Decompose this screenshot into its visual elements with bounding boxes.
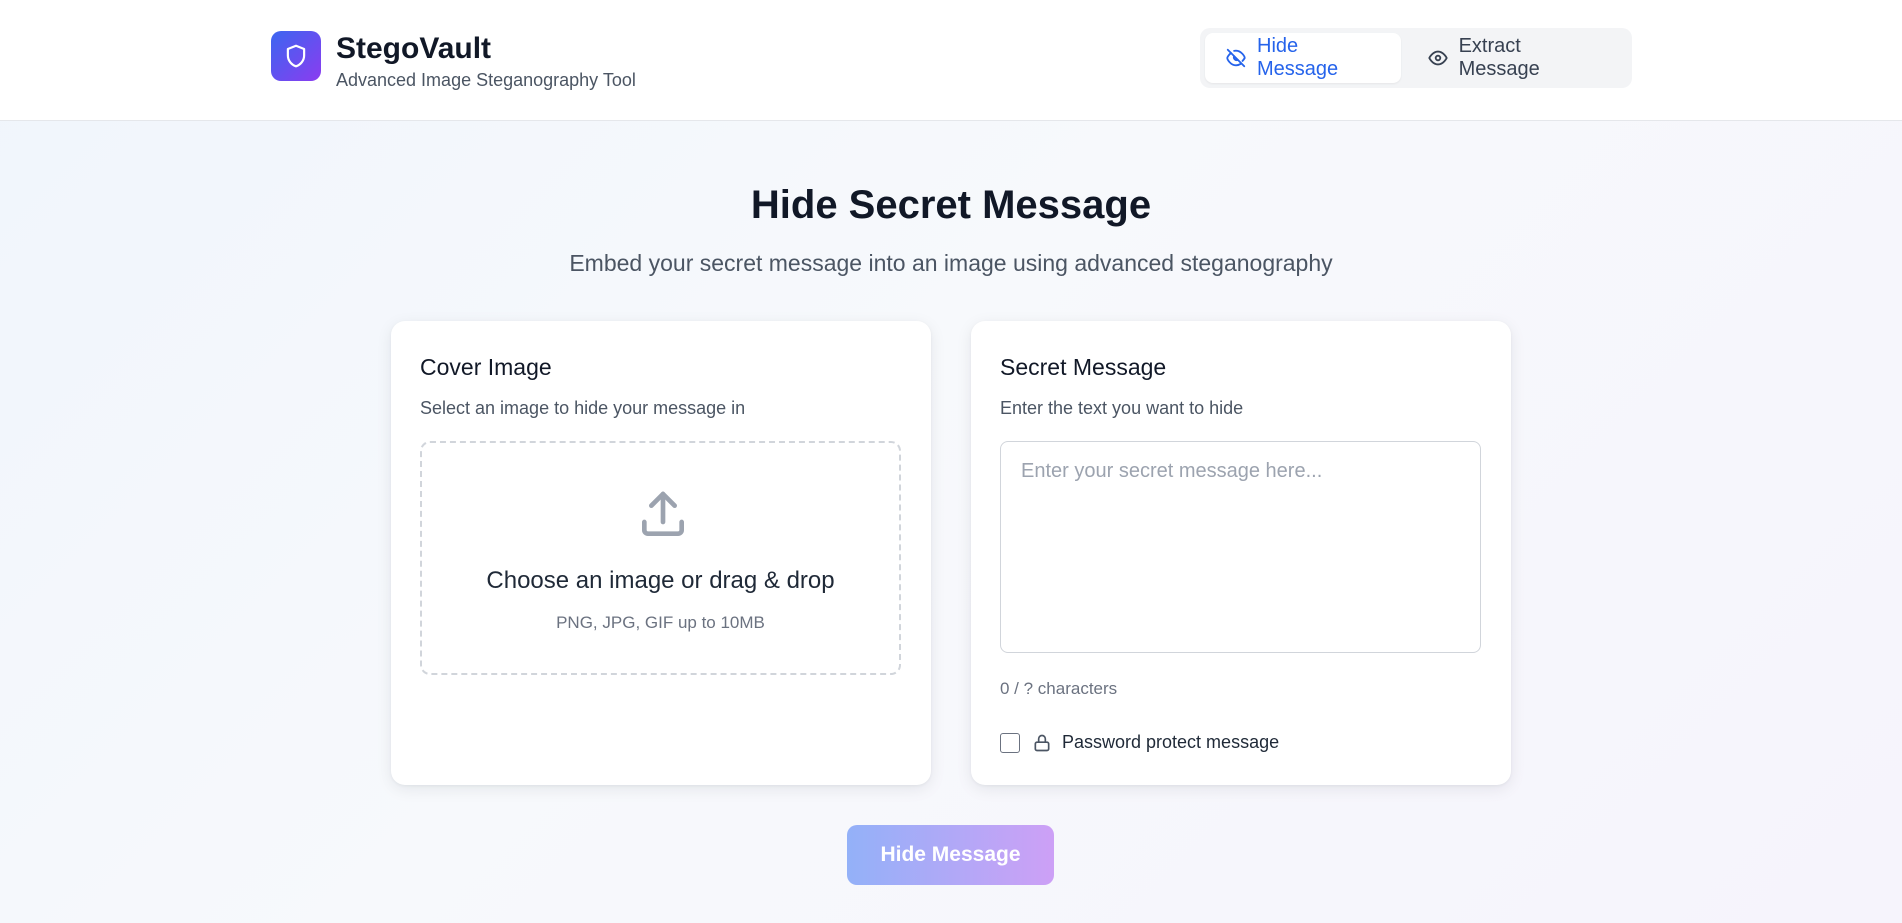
- mode-tabs: Hide Message Extract Message: [1200, 28, 1632, 88]
- secret-message-title: Secret Message: [1000, 354, 1167, 380]
- shield-icon: [286, 44, 306, 68]
- app-header: StegoVault Advanced Image Steganography …: [0, 0, 1902, 121]
- secret-message-description: Enter the text you want to hide: [1000, 398, 1244, 418]
- dropzone-title: Choose an image or drag & drop: [486, 567, 835, 594]
- cover-image-description: Select an image to hide your message in: [420, 398, 746, 418]
- app-logo: [271, 31, 321, 81]
- brand-title: StegoVault: [336, 32, 492, 65]
- password-protect-checkbox[interactable]: [1000, 732, 1020, 753]
- page-subtitle: Embed your secret message into an image …: [569, 250, 1333, 276]
- tab-hide-message[interactable]: Hide Message: [1205, 33, 1401, 83]
- eye-off-icon: [1225, 47, 1247, 69]
- brand-text: StegoVault Advanced Image Steganography …: [336, 31, 636, 91]
- password-protect-row: Password protect message: [1000, 732, 1279, 753]
- hide-message-button[interactable]: Hide Message: [847, 825, 1054, 885]
- cover-image-title: Cover Image: [420, 354, 552, 380]
- secret-message-card: Secret Message Enter the text you want t…: [971, 321, 1511, 785]
- secret-message-input[interactable]: [1000, 441, 1481, 653]
- image-dropzone[interactable]: Choose an image or drag & drop PNG, JPG,…: [420, 441, 901, 675]
- tab-extract-message-label: Extract Message: [1458, 35, 1540, 80]
- tab-extract-message[interactable]: Extract Message: [1407, 33, 1627, 83]
- tab-hide-message-label: Hide Message: [1257, 35, 1339, 80]
- dropzone-hint: PNG, JPG, GIF up to 10MB: [556, 613, 765, 632]
- character-count: 0 / ? characters: [1000, 679, 1118, 698]
- upload-icon: [642, 491, 684, 536]
- brand: StegoVault Advanced Image Steganography …: [271, 31, 636, 91]
- lock-icon: [1032, 733, 1052, 753]
- page-title: Hide Secret Message: [750, 183, 1152, 227]
- cover-image-card: Cover Image Select an image to hide your…: [391, 321, 931, 785]
- password-protect-label[interactable]: Password protect message: [1062, 732, 1279, 753]
- eye-icon: [1427, 47, 1449, 69]
- brand-subtitle: Advanced Image Steganography Tool: [336, 70, 636, 90]
